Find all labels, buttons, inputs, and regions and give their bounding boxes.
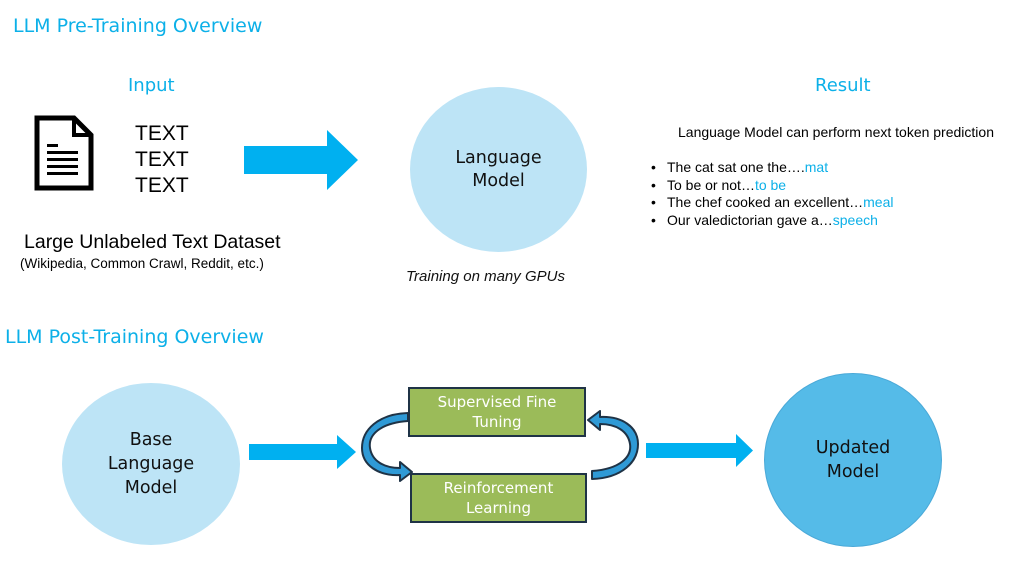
- training-note: Training on many GPUs: [406, 268, 565, 285]
- pre-training-title: LLM Pre-Training Overview: [13, 15, 263, 37]
- sft-label: Tuning: [472, 413, 522, 431]
- text-token: TEXT: [135, 122, 189, 145]
- reinforcement-learning-box: Reinforcement Learning: [410, 473, 587, 523]
- base-model-label: Model: [124, 478, 178, 498]
- input-label: Input: [128, 75, 175, 96]
- list-item: To be or not…to be: [649, 177, 893, 195]
- dataset-sources: (Wikipedia, Common Crawl, Reddit, etc.): [20, 256, 264, 271]
- updated-model-circle: Updated Model: [764, 373, 942, 547]
- example-prediction: speech: [832, 211, 878, 228]
- result-label: Result: [815, 75, 871, 96]
- arrow-right-icon: [249, 435, 357, 469]
- example-prediction: mat: [804, 159, 829, 175]
- example-prediction: meal: [863, 194, 894, 210]
- sft-label: Supervised Fine: [437, 393, 557, 411]
- language-model-circle: Language Model: [410, 87, 587, 252]
- rl-label: Learning: [465, 499, 532, 517]
- base-model-label: Language: [107, 454, 195, 474]
- example-prompt: Our valedictorian gave a…: [667, 211, 833, 228]
- result-description: Language Model can perform next token pr…: [678, 124, 994, 140]
- updated-model-label: Updated: [815, 438, 891, 458]
- text-token-stack: TEXT TEXT TEXT: [135, 121, 189, 199]
- prediction-examples-list: The cat sat one the….mat To be or not…to…: [649, 159, 893, 229]
- rl-label: Reinforcement: [443, 479, 554, 497]
- example-prompt: The cat sat one the….: [667, 159, 805, 175]
- base-language-model-circle: Base Language Model: [62, 383, 240, 545]
- list-item: The cat sat one the….mat: [649, 159, 893, 177]
- example-prediction: to be: [754, 176, 787, 193]
- arrow-right-icon: [646, 434, 754, 467]
- document-icon: [34, 115, 94, 191]
- curved-arrow-up-icon: [580, 410, 640, 482]
- updated-model-label: Model: [826, 462, 880, 482]
- arrow-right-icon: [244, 130, 359, 190]
- language-model-label: Model: [472, 170, 525, 191]
- text-token: TEXT: [135, 174, 189, 197]
- dataset-title: Large Unlabeled Text Dataset: [24, 231, 281, 253]
- example-prompt: To be or not…: [667, 176, 755, 193]
- post-training-title: LLM Post-Training Overview: [5, 326, 264, 348]
- example-prompt: The chef cooked an excellent…: [667, 194, 864, 210]
- base-model-label: Base: [129, 430, 173, 450]
- text-token: TEXT: [135, 148, 189, 171]
- language-model-label: Language: [455, 147, 542, 168]
- list-item: The chef cooked an excellent…meal: [649, 194, 893, 212]
- list-item: Our valedictorian gave a…speech: [649, 212, 893, 230]
- supervised-fine-tuning-box: Supervised Fine Tuning: [408, 387, 586, 437]
